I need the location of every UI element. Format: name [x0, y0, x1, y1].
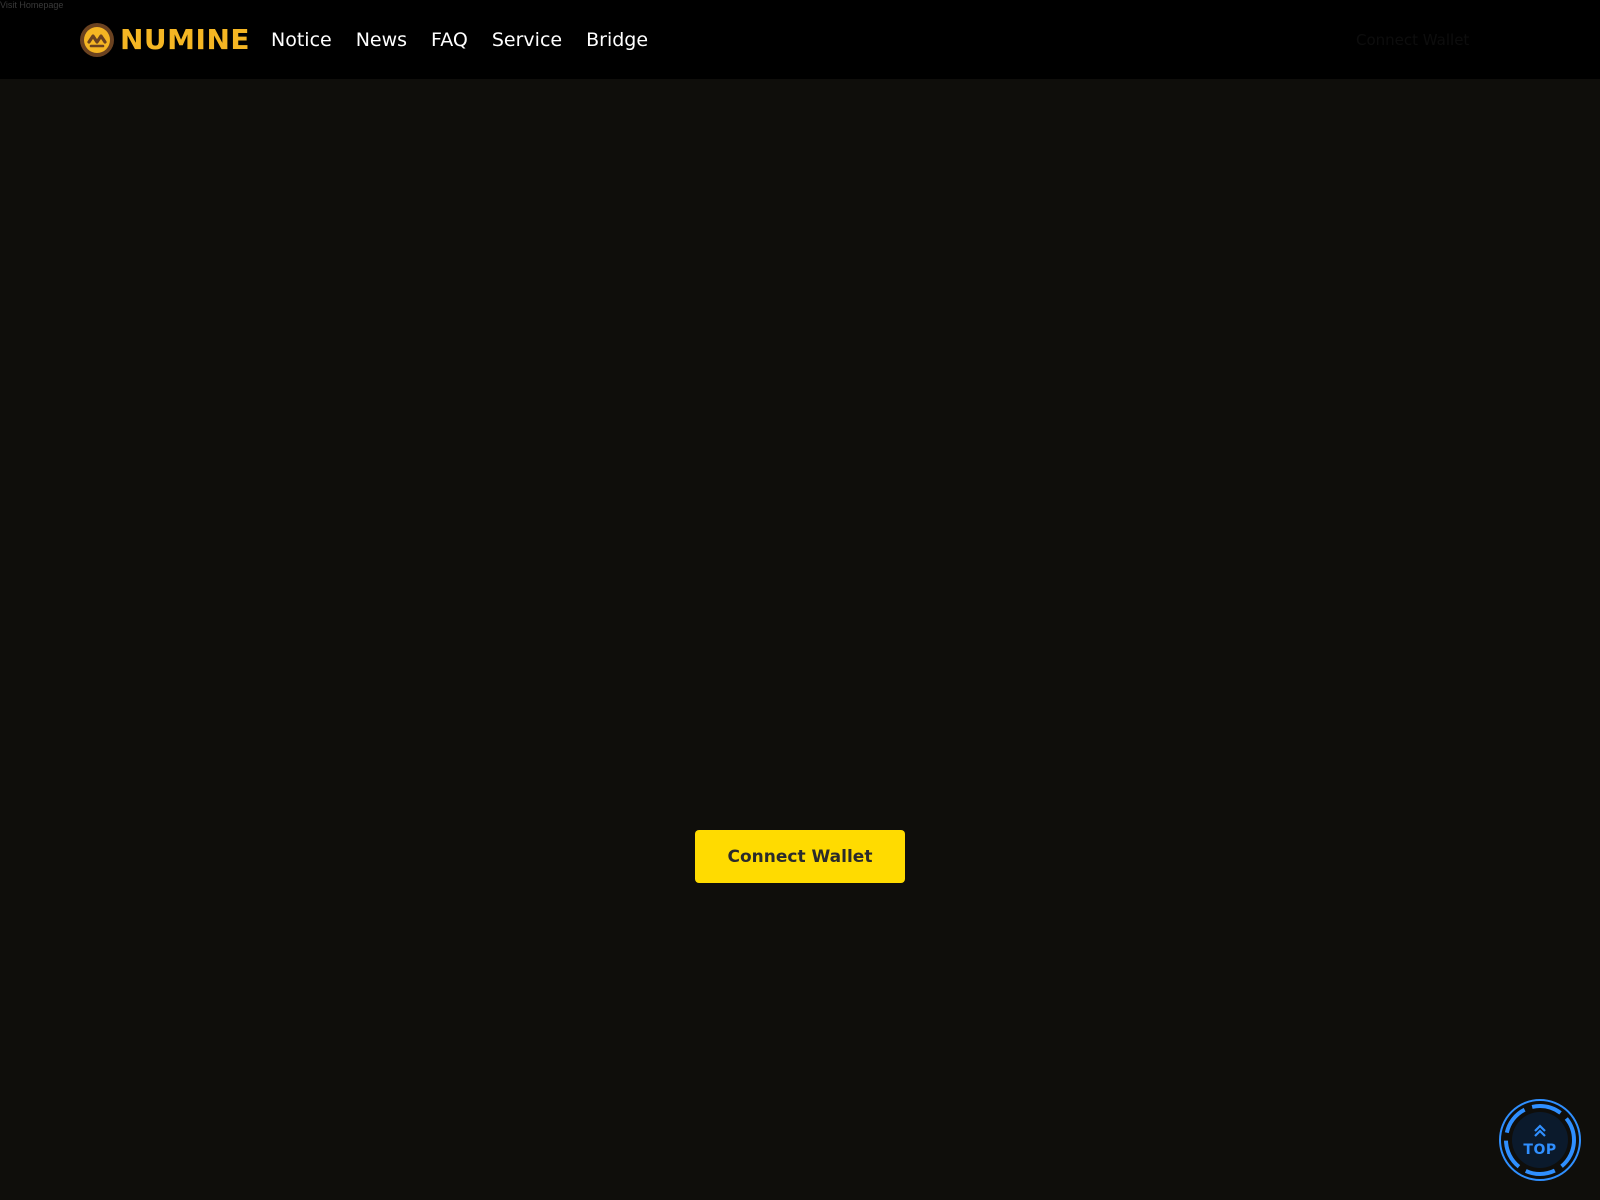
header: NUMINE Notice News FAQ Service Bridge Co…: [0, 0, 1600, 79]
nav-item-news[interactable]: News: [356, 24, 407, 56]
brand-logo[interactable]: NUMINE: [80, 22, 250, 58]
scroll-to-top-button[interactable]: TOP: [1498, 1098, 1582, 1182]
double-chevron-up-icon: [1534, 1124, 1546, 1137]
brand-name: NUMINE: [120, 23, 251, 56]
numine-logo-icon: [80, 23, 114, 57]
main-nav: Notice News FAQ Service Bridge: [271, 24, 672, 56]
connect-wallet-button[interactable]: Connect Wallet: [695, 830, 905, 883]
nav-item-faq[interactable]: FAQ: [431, 24, 468, 56]
page: Visit Homepage NUMINE Notice News FAQ Se…: [0, 0, 1600, 1200]
nav-item-bridge[interactable]: Bridge: [586, 24, 648, 56]
nav-item-notice[interactable]: Notice: [271, 24, 332, 56]
nav-item-service[interactable]: Service: [492, 24, 562, 56]
scroll-top-label: TOP: [1523, 1142, 1557, 1158]
visit-homepage-link[interactable]: Visit Homepage: [0, 0, 63, 11]
header-connect-wallet-link[interactable]: Connect Wallet: [1356, 31, 1469, 49]
scroll-top-ring-icon: [1499, 1099, 1581, 1181]
